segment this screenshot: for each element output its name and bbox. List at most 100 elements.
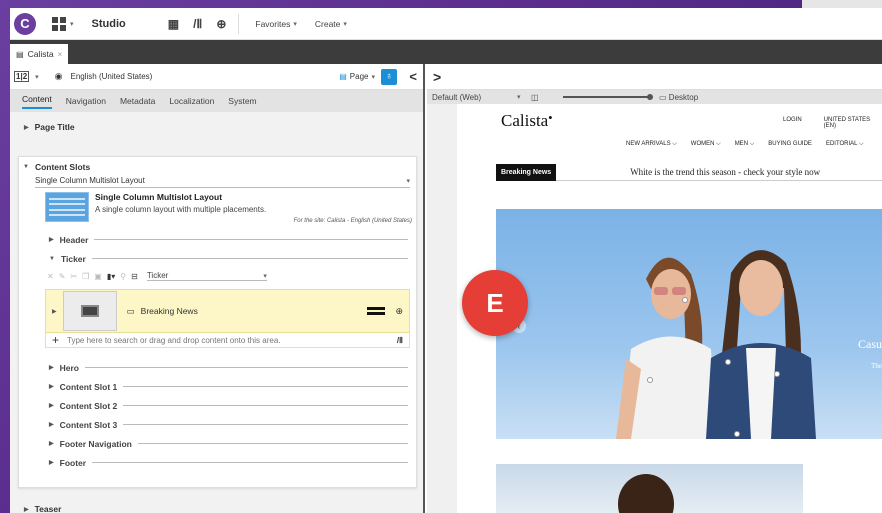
layout-title: Single Column Multislot Layout xyxy=(95,192,223,202)
edit-icon[interactable]: ✎ xyxy=(59,272,66,281)
collapse-chevron-icon[interactable]: < xyxy=(409,69,417,84)
slot-content-1[interactable]: ▶ Content Slot 1 xyxy=(19,377,416,396)
nav-buying-guide[interactable]: BUYING GUIDE xyxy=(768,141,812,148)
divider xyxy=(94,239,408,240)
expand-icon: ▶ xyxy=(49,460,54,466)
ticker-select-value: Ticker xyxy=(146,271,169,280)
studio-window: C ▾ Studio ▦ /Ⅱ ⊕ Favorites ▾ Create ▾ ▤ C… xyxy=(10,8,882,513)
chevron-down-icon[interactable]: ▾ xyxy=(517,93,521,101)
slot-footer[interactable]: ▶ Footer xyxy=(19,453,416,472)
nav-label: EDITORIAL xyxy=(825,141,858,147)
hotspot-dot[interactable] xyxy=(774,371,780,377)
expand-icon: ▶ xyxy=(49,403,54,409)
lightbulb-icon[interactable]: ♁ xyxy=(381,68,397,85)
expand-icon: ▶ xyxy=(24,124,29,131)
tab-system[interactable]: System xyxy=(228,96,256,106)
slot-content-3[interactable]: ▶ Content Slot 3 xyxy=(19,415,416,434)
device-select[interactable]: Default (Web) xyxy=(432,93,481,102)
slot-label: Footer xyxy=(59,457,87,468)
slot-label: Content Slot 3 xyxy=(59,419,118,430)
plus-icon[interactable]: + xyxy=(52,333,59,347)
cut-icon[interactable]: ✂ xyxy=(70,272,77,281)
view-toggle-icon[interactable]: 1|2 xyxy=(14,71,30,82)
section-label: Page Title xyxy=(34,122,75,132)
content-slots-header[interactable]: ▼ Content Slots xyxy=(19,160,416,174)
expand-chevron-icon[interactable]: > xyxy=(433,69,441,85)
library-grid-icon[interactable]: ▦ xyxy=(168,17,179,31)
content-image[interactable] xyxy=(496,464,803,513)
locale-label[interactable]: English (United States) xyxy=(71,72,153,81)
drag-handle-icon[interactable] xyxy=(367,307,385,315)
layout-select-value: Single Column Multislot Layout xyxy=(35,176,145,185)
divider xyxy=(123,424,408,425)
region-link[interactable]: UNITED STATES (EN) xyxy=(824,117,882,129)
layout-select[interactable]: Single Column Multislot Layout ▾ xyxy=(35,174,410,188)
paste-icon[interactable]: ▣ xyxy=(94,272,102,281)
login-link[interactable]: LOGIN xyxy=(783,117,802,129)
page-title-section[interactable]: ▶ Page Title xyxy=(10,112,423,142)
globe-icon[interactable]: ⊕ xyxy=(395,306,403,317)
copy-icon[interactable]: ❐ xyxy=(82,272,89,281)
chevron-down-icon[interactable]: ▾ xyxy=(35,73,39,81)
layout-preview: Single Column Multislot Layout A single … xyxy=(45,192,416,224)
expand-icon: ▶ xyxy=(49,422,54,428)
content-slots-card: ▼ Content Slots Single Column Multislot L… xyxy=(18,156,417,488)
rotate-icon[interactable]: ◫ xyxy=(531,93,539,102)
create-label: Create xyxy=(314,18,341,29)
hotspot-dot[interactable] xyxy=(647,377,653,383)
divider xyxy=(91,258,408,259)
breaking-news-message[interactable]: White is the trend this season - check y… xyxy=(630,167,820,177)
ticker-select[interactable]: Ticker ▾ xyxy=(146,271,267,281)
nav-editorial[interactable]: EDITORIAL ⌵ xyxy=(826,141,864,148)
slot-footer-navigation[interactable]: ▶ Footer Navigation xyxy=(19,434,416,453)
close-icon[interactable]: × xyxy=(58,50,63,59)
compass-icon[interactable]: ⊕ xyxy=(216,17,226,31)
tab-localization[interactable]: Localization xyxy=(169,96,214,106)
hotspot-dot[interactable] xyxy=(734,431,740,437)
preview-toolbar: > xyxy=(427,64,882,90)
close-icon[interactable]: ✕ xyxy=(47,272,54,281)
slot-content-2[interactable]: ▶ Content Slot 2 xyxy=(19,396,416,415)
favorites-menu[interactable]: Favorites ▾ xyxy=(255,19,296,29)
site-logo[interactable]: Calista● xyxy=(501,111,552,131)
slot-ticker[interactable]: ▼ Ticker xyxy=(19,249,416,268)
app-logo-icon[interactable]: C xyxy=(14,12,36,35)
breaking-news-ticker: Breaking News White is the trend this se… xyxy=(496,163,882,181)
for-site-note: For the site: Calista - English (United … xyxy=(293,218,412,224)
chevron-down-icon: ▾ xyxy=(293,20,297,28)
expand-icon[interactable]: ▶ xyxy=(52,308,57,315)
expand-icon: ▶ xyxy=(24,506,29,513)
document-icon[interactable]: ▮▾ xyxy=(107,272,115,281)
document-tabbar: ▤ Calista × xyxy=(10,40,882,64)
hero-banner[interactable]: ‹ Casu The xyxy=(496,209,882,439)
library-icon[interactable]: /Ⅱ xyxy=(397,336,403,345)
slot-label: Hero xyxy=(59,362,79,373)
tab-navigation[interactable]: Navigation xyxy=(66,96,106,106)
nav-women[interactable]: WOMEN ⌵ xyxy=(691,141,721,148)
page-button[interactable]: ▤ Page ▾ xyxy=(339,72,375,81)
teaser-section[interactable]: ▶ Teaser xyxy=(10,494,61,513)
tab-metadata[interactable]: Metadata xyxy=(120,96,155,106)
model-left-image xyxy=(616,257,716,439)
form-panel: 1|2 ▾ ◉ English (United States) ▤ Page ▾ ♁… xyxy=(10,64,425,513)
slot-hero[interactable]: ▶ Hero xyxy=(19,358,416,377)
ticker-thumbnail xyxy=(62,291,117,331)
breaking-news-item[interactable]: ▶ ▭ Breaking News ⊕ xyxy=(45,289,410,333)
app-switcher-button[interactable]: ▾ xyxy=(52,16,74,31)
link-icon[interactable]: ⚲ xyxy=(120,272,126,281)
chevron-down-icon: ▾ xyxy=(371,73,375,81)
tab-content[interactable]: Content xyxy=(22,94,52,109)
grid-icon xyxy=(52,16,66,31)
zoom-slider-handle[interactable] xyxy=(647,94,653,100)
library-icon[interactable]: /Ⅱ xyxy=(193,17,202,31)
slot-search-input[interactable]: + Type here to search or drag and drop c… xyxy=(45,333,410,348)
expand-icon: ▶ xyxy=(49,441,54,447)
hotspot-dot[interactable] xyxy=(725,359,731,365)
hotspot-dot[interactable] xyxy=(682,297,688,303)
nav-new-arrivals[interactable]: NEW ARRIVALS ⌵ xyxy=(626,141,677,148)
nav-men[interactable]: MEN ⌵ xyxy=(735,141,755,148)
create-menu[interactable]: Create ▾ xyxy=(315,19,347,29)
zoom-slider[interactable] xyxy=(563,96,649,98)
tab-calista[interactable]: ▤ Calista × xyxy=(10,44,69,64)
slot-header[interactable]: ▶ Header xyxy=(19,230,416,249)
